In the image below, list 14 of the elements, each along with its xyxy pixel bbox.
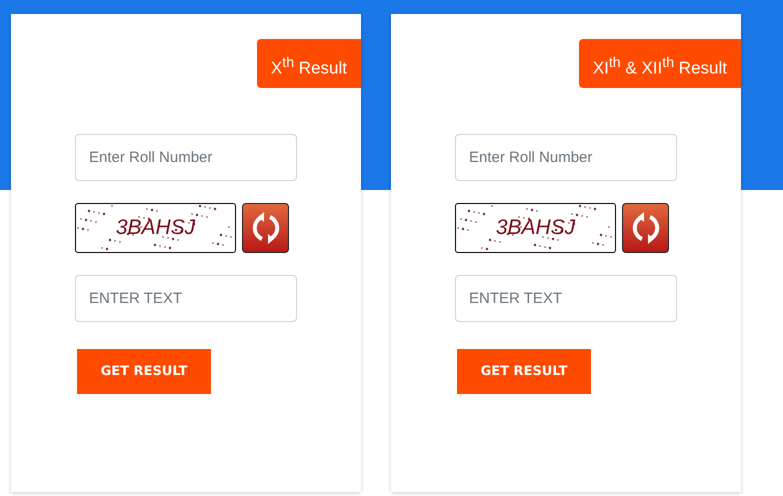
refresh-icon — [630, 211, 660, 245]
captcha-text: 3BAHSJ — [496, 216, 576, 240]
refresh-button[interactable] — [242, 203, 289, 253]
roll-number-field[interactable]: Enter Roll Number — [455, 134, 677, 181]
get-result-button[interactable]: GET RESULT — [457, 349, 591, 394]
refresh-button[interactable] — [622, 203, 669, 253]
result-heading: X$^{th}$ Result — [256, 39, 361, 88]
captcha-text-field[interactable]: ENTER TEXT — [455, 275, 677, 322]
result-heading: XI$^{th}$ & XII$^{th}$ Result — [578, 39, 741, 88]
captcha-text-field[interactable]: ENTER TEXT — [75, 275, 297, 322]
get-result-button[interactable]: GET RESULT — [77, 349, 211, 394]
roll-number-field[interactable]: Enter Roll Number — [75, 134, 297, 181]
captcha-text: 3BAHSJ — [116, 216, 196, 240]
refresh-icon — [250, 211, 280, 245]
